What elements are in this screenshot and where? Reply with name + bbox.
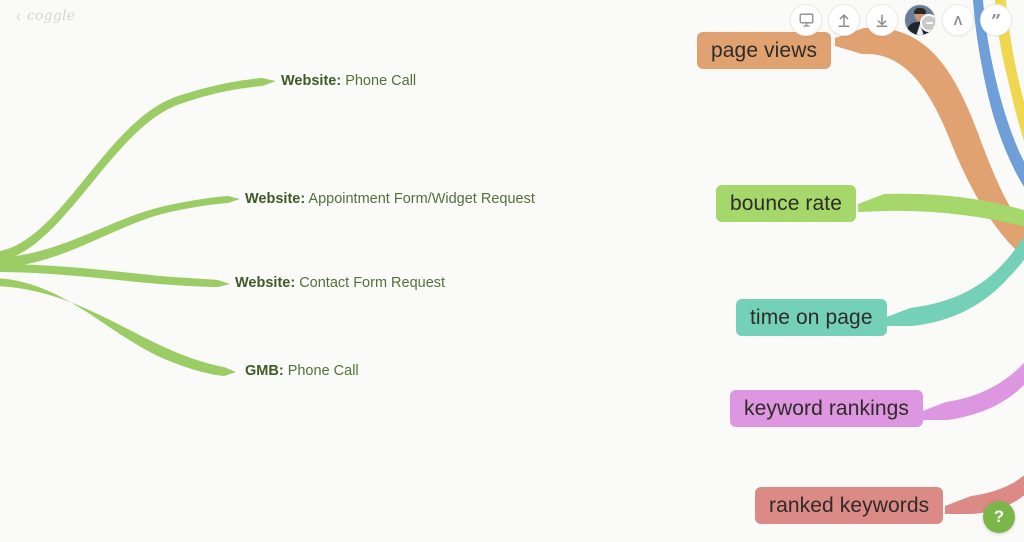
avatar-hair [914,8,926,14]
upload-icon [837,13,851,28]
quote-icon: ” [990,11,1002,32]
leaf-label-prefix: Website: [245,191,306,207]
brand-label: coggle [27,8,76,24]
edge-gmb-phone-call [0,278,236,376]
avatar-status-badge [920,14,935,32]
leaf-label-website-appointment[interactable]: Website: Appointment Form/Widget Request [245,192,535,207]
leaf-label-website-phone-call[interactable]: Website: Phone Call [281,74,416,89]
download-button[interactable] [866,4,898,36]
leaf-label-text: Appointment Form/Widget Request [305,191,535,207]
node-keyword-rankings[interactable]: keyword rankings [730,390,924,427]
help-icon: ? [993,507,1005,526]
quote-button[interactable]: ” [980,4,1012,36]
presentation-button[interactable] [790,4,822,36]
node-label: page views [711,39,818,62]
edge-time-on-page [884,236,1024,326]
back-chevron-icon: ‹ [16,7,21,25]
node-label: keyword rankings [744,397,910,420]
edge-website-appointment [0,196,240,268]
node-label: time on page [750,306,873,329]
right-branch-edges [835,0,1024,514]
caret-up-icon: Λ [953,12,963,28]
node-time-on-page[interactable]: time on page [736,299,887,336]
avatar[interactable] [904,4,936,36]
node-label: ranked keywords [769,494,930,517]
edge-keyword-rankings [920,362,1024,420]
help-button[interactable]: ? [983,501,1015,533]
leaf-label-prefix: Website: [235,275,296,291]
edge-bounce-rate [858,193,1024,227]
node-page-views[interactable]: page views [697,32,832,69]
leaf-label-text: Contact Form Request [295,275,446,291]
leaf-label-prefix: Website: [281,73,342,89]
edge-layer [0,0,1024,514]
leaf-label-gmb-phone-call[interactable]: GMB: Phone Call [245,364,359,379]
toolbar: Λ ” [790,4,1012,36]
edge-website-contact [0,264,230,287]
download-icon [875,13,889,28]
leaf-label-text: Phone Call [283,363,359,379]
brand-back-link[interactable]: ‹ coggle [16,8,75,24]
edge-website-phone-call [0,78,276,261]
presentation-icon [799,13,814,27]
caret-up-button[interactable]: Λ [942,4,974,36]
leaf-label-prefix: GMB: [245,363,284,379]
node-bounce-rate[interactable]: bounce rate [716,185,857,222]
upload-button[interactable] [828,4,860,36]
edge-page-views [835,27,1024,258]
mindmap-canvas[interactable]: ‹ coggle Λ ” Website: Phone Call Website… [0,0,1024,542]
node-ranked-keywords[interactable]: ranked keywords [755,487,944,524]
leaf-label-website-contact[interactable]: Website: Contact Form Request [235,276,445,291]
node-label: bounce rate [730,192,843,215]
leaf-label-text: Phone Call [341,73,417,89]
left-branch-edges [0,78,276,376]
